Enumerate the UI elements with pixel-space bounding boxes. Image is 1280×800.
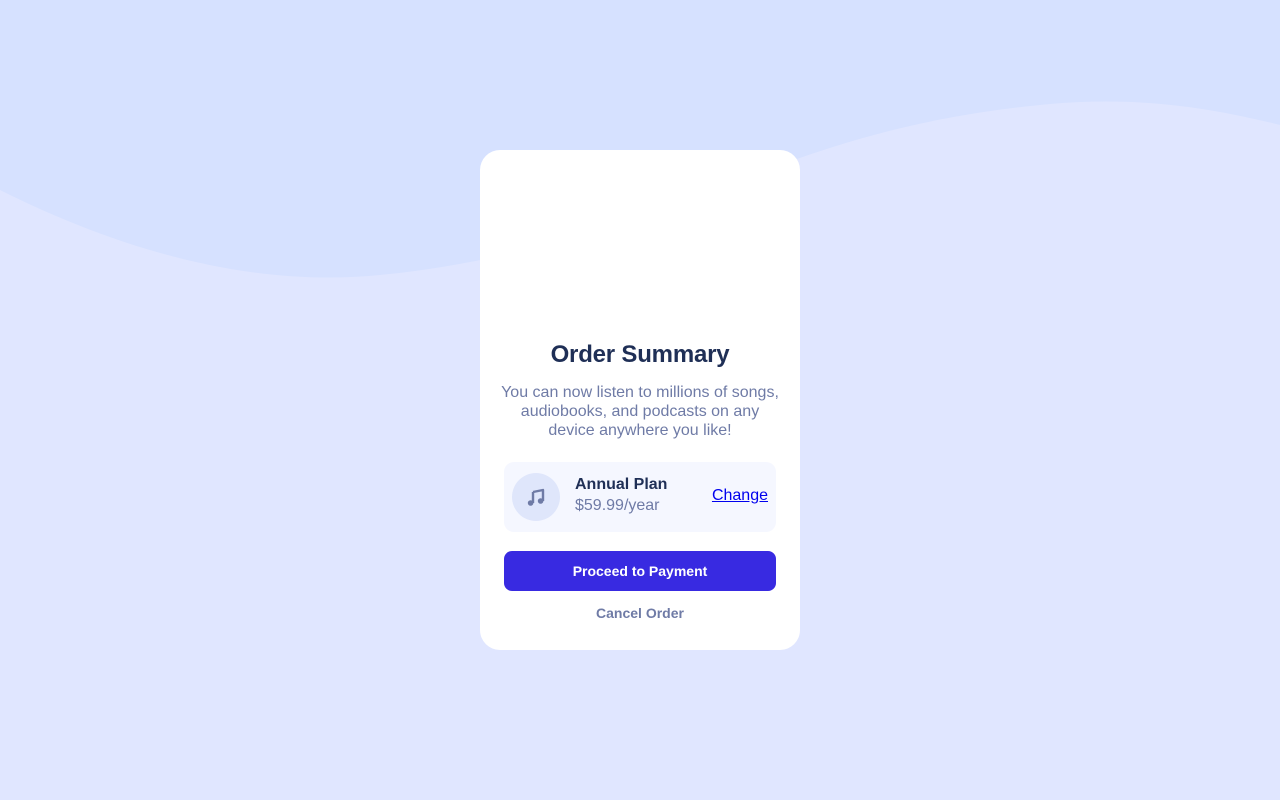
- card-title: Order Summary: [550, 341, 730, 368]
- plan-name: Annual Plan: [575, 476, 668, 493]
- card-description: You can now listen to millions of songs,…: [501, 384, 779, 439]
- plan-price: $59.99/year: [575, 497, 660, 514]
- music-note-glyph: [527, 488, 545, 506]
- proceed-to-payment-button[interactable]: Proceed to Payment: [504, 551, 776, 591]
- plan-summary: Annual Plan $59.99/year Change: [504, 462, 776, 532]
- hero-image-area: [480, 150, 800, 330]
- order-summary-card: Order Summary You can now listen to mill…: [480, 150, 800, 650]
- change-plan-link[interactable]: Change: [712, 487, 768, 505]
- music-note-icon: [512, 473, 560, 521]
- cancel-order-button[interactable]: Cancel Order: [480, 605, 800, 621]
